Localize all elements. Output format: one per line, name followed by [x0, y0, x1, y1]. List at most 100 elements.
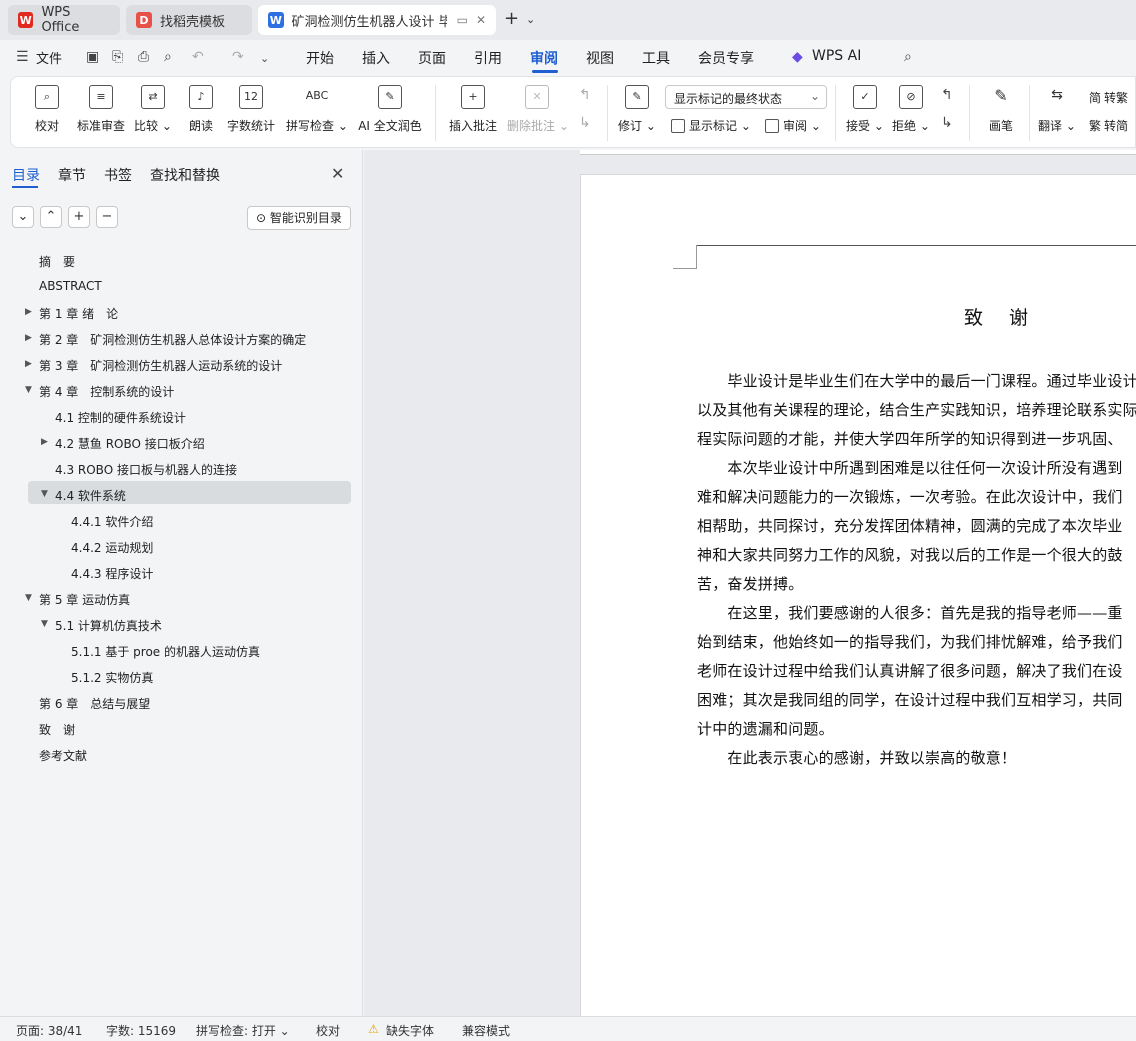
close-tab-icon[interactable]: ✕: [476, 13, 486, 27]
tab-sections[interactable]: 章节: [58, 165, 86, 185]
insert-comment-icon: +: [461, 85, 485, 109]
toc-item[interactable]: 第 1 章 绪 论: [39, 305, 118, 322]
compare-button[interactable]: ⇄ 比较 ⌄: [131, 77, 175, 147]
active-menu-underline: [532, 70, 558, 73]
expanded-arrow-icon[interactable]: ▼: [25, 593, 32, 603]
toc-item[interactable]: 5.1.1 基于 proe 的机器人运动仿真: [71, 643, 260, 660]
toc-item[interactable]: 4.3 ROBO 接口板与机器人的连接: [55, 461, 237, 478]
more-chevron-icon[interactable]: ⌄: [260, 52, 269, 65]
expanded-arrow-icon[interactable]: ▼: [41, 489, 48, 499]
collapsed-arrow-icon[interactable]: ▶: [25, 333, 32, 343]
ai-polish-button[interactable]: ✎ AI 全文润色: [357, 77, 423, 147]
proofread-button[interactable]: ⌕ 校对: [27, 77, 67, 147]
print-icon[interactable]: ⎙: [138, 49, 149, 65]
menu-membership[interactable]: 会员专享: [698, 48, 754, 68]
expand-down-button[interactable]: ⌄: [12, 206, 34, 228]
toc-item[interactable]: 致 谢: [39, 721, 75, 738]
proofread-status[interactable]: 校对: [316, 1022, 340, 1039]
menu-reference[interactable]: 引用: [474, 48, 502, 68]
new-tab-icon[interactable]: +: [504, 8, 519, 29]
redo-icon[interactable]: ↷: [232, 49, 244, 65]
file-menu[interactable]: 文件: [36, 48, 62, 67]
wps-ai-icon: ◆: [792, 49, 803, 65]
collapsed-arrow-icon[interactable]: ▶: [25, 359, 32, 369]
toc-item[interactable]: 4.4.1 软件介绍: [71, 513, 153, 530]
menu-wps-ai[interactable]: WPS AI: [812, 48, 861, 64]
print-preview-icon[interactable]: ⌕: [164, 49, 172, 65]
tab-list-chevron-icon[interactable]: ⌄: [526, 13, 535, 26]
expanded-arrow-icon[interactable]: ▼: [25, 385, 32, 395]
smart-toc-button[interactable]: ⊙ 智能识别目录: [247, 206, 351, 230]
delete-comment-icon: ✕: [525, 85, 549, 109]
menu-start[interactable]: 开始: [306, 48, 334, 68]
remove-heading-button[interactable]: −: [96, 206, 118, 228]
reject-button[interactable]: ⊘ 拒绝 ⌄: [891, 77, 931, 147]
expanded-arrow-icon[interactable]: ▼: [41, 619, 48, 629]
word-count-status[interactable]: 字数: 15169: [106, 1022, 176, 1039]
hamburger-icon[interactable]: ☰: [16, 49, 29, 65]
tab-wps-office[interactable]: W WPS Office: [8, 5, 120, 35]
toc-item[interactable]: 第 6 章 总结与展望: [39, 695, 150, 712]
tab-docer-templates[interactable]: D 找稻壳模板: [126, 5, 252, 35]
document-page[interactable]: 致 谢 毕业设计是毕业生们在大学中的最后一门课程。通过毕业设计 以及其他有关课程的…: [580, 174, 1136, 1016]
compat-mode-status[interactable]: 兼容模式: [462, 1022, 510, 1039]
accept-button[interactable]: ✓ 接受 ⌄: [845, 77, 885, 147]
pen-button[interactable]: ✎ 画笔: [981, 77, 1021, 147]
tab-find-replace[interactable]: 查找和替换: [150, 165, 220, 185]
word-count-button[interactable]: 12 字数统计: [225, 77, 277, 147]
close-panel-icon[interactable]: ✕: [331, 164, 344, 183]
spell-check-button[interactable]: ABC 拼写检查 ⌄: [285, 77, 349, 147]
toc-item[interactable]: 第 4 章 控制系统的设计: [39, 383, 174, 400]
toc-item[interactable]: 5.1 计算机仿真技术: [55, 617, 162, 634]
toc-item[interactable]: 4.4.2 运动规划: [71, 539, 153, 556]
toc-item[interactable]: 5.1.2 实物仿真: [71, 669, 153, 686]
toc-item[interactable]: 4.1 控制的硬件系统设计: [55, 409, 186, 426]
review-pane-button[interactable]: 审阅 ⌄: [765, 117, 821, 134]
menu-view[interactable]: 视图: [586, 48, 614, 68]
prev-change-icon[interactable]: ↰: [941, 87, 953, 103]
toc-item[interactable]: 第 3 章 矿洞检测仿生机器人运动系统的设计: [39, 357, 282, 374]
to-traditional-button[interactable]: 简 转繁: [1089, 89, 1128, 106]
menu-bar: ☰ 文件 ▣ ⎘ ⎙ ⌕ ↶ ↷ ⌄ 开始 插入 页面 引用 审阅 视图 工具 …: [0, 40, 1136, 74]
standard-review-button[interactable]: ≡ 标准审查: [73, 77, 129, 147]
add-heading-button[interactable]: +: [68, 206, 90, 228]
insert-comment-button[interactable]: + 插入批注: [447, 77, 499, 147]
menu-tools[interactable]: 工具: [642, 48, 670, 68]
page-indicator[interactable]: 页面: 38/41: [16, 1022, 82, 1039]
missing-font-status[interactable]: 缺失字体: [386, 1022, 434, 1039]
text-line: 本次毕业设计中所遇到困难是以往任何一次设计所没有遇到: [697, 459, 1123, 477]
next-comment-icon[interactable]: ↳: [579, 115, 591, 131]
translate-button[interactable]: ⇆ 翻译 ⌄: [1037, 77, 1077, 147]
show-markup-button[interactable]: 显示标记 ⌄: [671, 117, 751, 134]
search-icon[interactable]: ⌕: [904, 49, 912, 65]
export-icon[interactable]: ⎘: [112, 49, 123, 65]
toc-item[interactable]: 第 2 章 矿洞检测仿生机器人总体设计方案的确定: [39, 331, 306, 348]
next-change-icon[interactable]: ↳: [941, 115, 953, 131]
undo-icon[interactable]: ↶: [192, 49, 204, 65]
toc-item[interactable]: 4.2 慧鱼 ROBO 接口板介绍: [55, 435, 205, 452]
toc-item[interactable]: 摘 要: [39, 253, 75, 270]
track-changes-button[interactable]: ✎ 修订 ⌄: [617, 77, 657, 147]
tab-bookmarks[interactable]: 书签: [104, 165, 132, 185]
toc-item[interactable]: 4.4.3 程序设计: [71, 565, 153, 582]
toc-item[interactable]: 参考文献: [39, 747, 87, 764]
delete-comment-button[interactable]: ✕ 删除批注 ⌄: [507, 77, 569, 147]
save-icon[interactable]: ▣: [86, 49, 99, 65]
toc-item[interactable]: 4.4 软件系统: [55, 487, 126, 504]
collapse-up-button[interactable]: ⌃: [40, 206, 62, 228]
markup-display-select[interactable]: 显示标记的最终状态 ⌄: [665, 85, 827, 109]
menu-review[interactable]: 审阅: [530, 48, 558, 68]
read-aloud-button[interactable]: ♪ 朗读: [181, 77, 221, 147]
spell-check-status[interactable]: 拼写检查: 打开 ⌄: [196, 1022, 290, 1039]
collapsed-arrow-icon[interactable]: ▶: [41, 437, 48, 447]
collapsed-arrow-icon[interactable]: ▶: [25, 307, 32, 317]
menu-page[interactable]: 页面: [418, 48, 446, 68]
toc-item[interactable]: ABSTRACT: [39, 279, 102, 293]
page-title: 致 谢: [964, 307, 1039, 329]
prev-comment-icon[interactable]: ↰: [579, 87, 591, 103]
tab-toc[interactable]: 目录: [12, 165, 40, 185]
toc-item[interactable]: 第 5 章 运动仿真: [39, 591, 130, 608]
to-simplified-button[interactable]: 繁 转简: [1089, 117, 1128, 134]
tab-document[interactable]: W 矿洞检测仿生机器人设计 毕业 ▭ ✕: [258, 5, 496, 35]
menu-insert[interactable]: 插入: [362, 48, 390, 68]
